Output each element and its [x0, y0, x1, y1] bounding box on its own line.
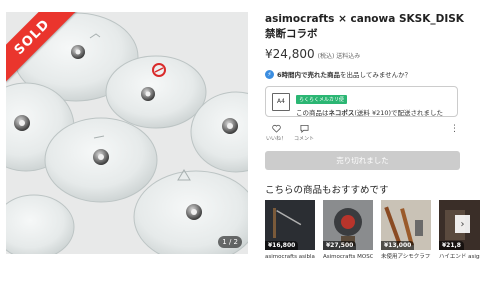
recommend-name: asimocrafts asiblaster アシブ — [265, 254, 315, 260]
price-row: ¥24,800 (税込) 送料込み — [265, 47, 465, 61]
chevron-right-icon[interactable]: › — [455, 215, 470, 233]
photo-counter: 1 / 2 — [218, 236, 242, 248]
shipping-badge: らくらくメルカリ便 — [296, 95, 347, 104]
recommend-thumbnail: ¥16,800 — [265, 200, 315, 250]
photo-image — [6, 12, 248, 254]
action-row: いいね！ コメント ⋮ — [265, 124, 465, 148]
recommend-price: ¥13,000 — [381, 241, 415, 250]
sell-promo-link[interactable]: ⚡ 6時間内で売れた商品 を出品してみませんか？ — [265, 69, 465, 79]
shipping-desc-prefix: この商品は — [296, 109, 329, 117]
shipping-desc: この商品はネコポス(送料 ¥210)で配送されました — [296, 107, 443, 117]
recommend-item[interactable]: ¥27,500 Asimocrafts MOSCO-KEZUR — [323, 200, 373, 261]
recommend-price: ¥21,8 — [439, 241, 464, 250]
shipping-text: らくらくメルカリ便 この商品はネコポス(送料 ¥210)で配送されました — [296, 86, 443, 117]
like-label: いいね！ — [265, 136, 286, 142]
recommend-item[interactable]: ¥13,000 未使用アシモクラフツ asimocrafts — [381, 200, 431, 261]
tax-note: (税込) 送料込み — [317, 53, 361, 60]
item-price: ¥24,800 — [265, 47, 315, 61]
a4-envelope-icon: A4 — [272, 92, 290, 111]
promo-text: を出品してみませんか？ — [340, 71, 412, 79]
recommend-list: ¥16,800 asimocrafts asiblaster アシブ ¥27,5… — [265, 200, 480, 282]
item-title: asimocrafts × canowa SKSK_DISK禁断コラボ — [265, 13, 464, 40]
promo-bold: 6時間内で売れた商品 — [277, 71, 341, 79]
recommend-thumbnail: ¥13,000 — [381, 200, 431, 250]
recommend-item[interactable]: ¥16,800 asimocrafts asiblaster アシブ — [265, 200, 315, 261]
heart-icon — [271, 124, 281, 133]
sold-out-button[interactable]: 売り切れました — [265, 151, 460, 170]
recommend-thumbnail: ¥27,500 — [323, 200, 373, 250]
recommend-name: Asimocrafts MOSCO-KEZUR — [323, 254, 373, 260]
more-options-icon[interactable]: ⋮ — [450, 124, 459, 134]
recommend-name: 未使用アシモクラフツ asimocrafts — [381, 254, 431, 260]
product-photo[interactable]: SOLD 1 / 2 — [6, 12, 248, 254]
recommend-title: こちらの商品もおすすめです — [265, 185, 389, 196]
shipping-info: A4 らくらくメルカリ便 この商品はネコポス(送料 ¥210)で配送されました — [265, 86, 458, 117]
like-button[interactable]: いいね！ — [265, 124, 287, 142]
lightning-icon: ⚡ — [265, 69, 274, 79]
recommend-name: ハイエンド asigr — [439, 254, 480, 260]
shipping-desc-suffix: (送料 ¥210)で配送されました — [354, 109, 444, 117]
shipping-method: ネコポス — [328, 109, 355, 117]
item-details: asimocrafts × canowa SKSK_DISK禁断コラボ ¥24,… — [265, 12, 465, 170]
recommend-price: ¥27,500 — [323, 241, 357, 250]
comment-icon — [299, 124, 309, 133]
comment-button[interactable]: コメント — [293, 124, 315, 142]
recommend-price: ¥16,800 — [265, 241, 299, 250]
comment-label: コメント — [293, 136, 314, 142]
